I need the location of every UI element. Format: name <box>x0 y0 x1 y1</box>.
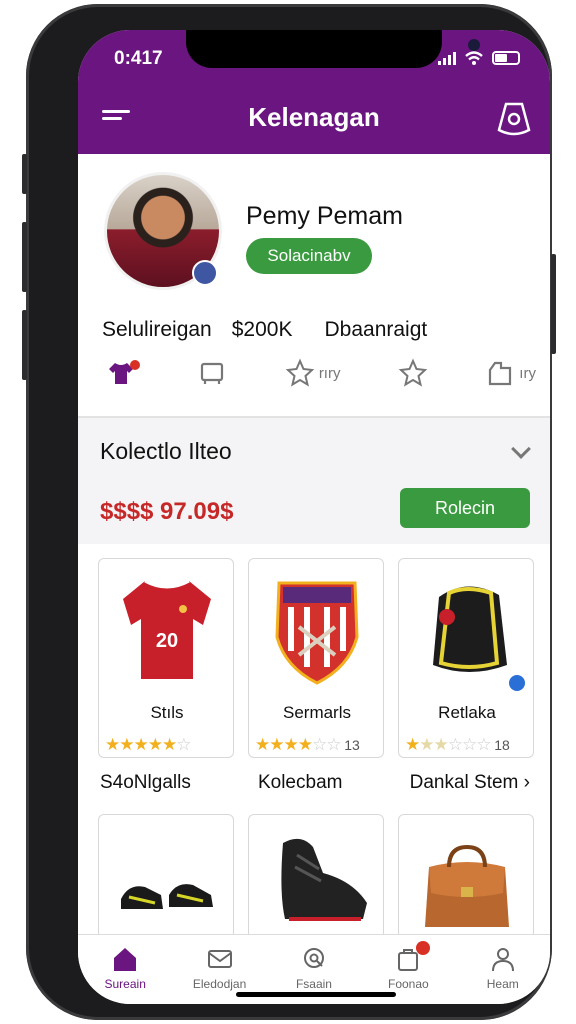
item-name: Sermarls <box>282 703 351 722</box>
jersey-image: 20 <box>123 579 211 679</box>
club-badge-icon <box>192 260 218 286</box>
quick-action-favorites[interactable] <box>398 358 428 388</box>
rating-stars: ★★★★★☆ <box>105 735 191 754</box>
item-card[interactable]: Retlaka ★★★☆☆☆ 18 <box>398 558 534 758</box>
phone-frame: 0:417 Kelenagan Pemy Pemam Solacinabv Se… <box>22 4 556 1020</box>
rating-count: 18 <box>494 737 510 753</box>
rating-stars: ★★★★☆☆ 13 <box>255 735 360 754</box>
bag-icon <box>489 361 512 386</box>
category-row: S4oNlgalls Kolecbam Dankal Stem › <box>100 772 530 794</box>
wifi-icon <box>465 51 483 65</box>
search-icon <box>303 948 324 968</box>
card-icon <box>201 362 224 384</box>
item-card[interactable]: 20 Stıls ★★★★★☆ <box>98 558 234 758</box>
app-header: 0:417 Kelenagan <box>78 30 550 154</box>
quick-actions: rıry ıry <box>106 358 536 388</box>
rating-stars: ★★★☆☆☆ 18 <box>405 735 510 754</box>
nav-label: Eledodjan <box>192 977 247 991</box>
backpack-image <box>433 586 525 691</box>
nav-item-home[interactable]: Sureain <box>85 935 165 1004</box>
power-button <box>551 254 556 354</box>
quick-action-rating[interactable]: rıry <box>285 358 341 388</box>
nav-label: Sureain <box>104 977 146 991</box>
bag-image <box>425 844 509 927</box>
volume-up-button <box>22 222 27 292</box>
volume-down-button <box>22 310 27 380</box>
user-icon <box>491 948 514 972</box>
cart-badge <box>416 941 431 955</box>
quick-action-jersey[interactable] <box>106 358 140 388</box>
cleats-image <box>121 884 213 909</box>
status-time: 0:417 <box>114 48 163 69</box>
boots-image <box>281 838 367 921</box>
profile-stats: Selulireigan $200K Dbaanraigt <box>102 318 427 342</box>
category-label[interactable]: S4oNlgalls <box>100 772 191 794</box>
home-indicator <box>236 992 396 997</box>
screen: 0:417 Kelenagan Pemy Pemam Solacinabv Se… <box>78 30 550 1004</box>
crest-image <box>275 581 359 685</box>
quick-action-card[interactable] <box>197 358 227 388</box>
mute-switch <box>22 154 27 194</box>
stat-value: $200K <box>231 318 293 341</box>
item-card[interactable]: Sermarls ★★★★☆☆ 13 <box>248 558 384 758</box>
star-icon <box>285 358 315 387</box>
section-title: Kolectlo Ilteo <box>100 438 232 464</box>
notification-dot <box>130 360 140 370</box>
collection-price: $$$$ 97.09$ <box>100 498 234 525</box>
player-name: Pemy Pemam <box>246 202 403 230</box>
nav-item-profile[interactable]: Heam <box>463 935 543 1004</box>
profile-card: Pemy Pemam Solacinabv Selulireigan $200K… <box>78 154 550 414</box>
stat-label: Dbaanraigt <box>324 318 428 341</box>
nav-label: Heam <box>486 977 519 991</box>
item-name: Stıls <box>150 703 184 722</box>
item-name: Retlaka <box>438 703 496 722</box>
signal-icon <box>438 51 456 65</box>
quick-action-bag[interactable]: ıry <box>485 358 536 388</box>
star-outline-icon <box>398 358 428 387</box>
notch <box>186 30 480 68</box>
battery-icon <box>492 51 520 65</box>
app-title: Kelenagan <box>248 102 380 132</box>
chevron-down-icon[interactable] <box>511 439 531 459</box>
collect-button[interactable]: Rolecin <box>400 488 530 528</box>
category-link[interactable]: Dankal Stem › <box>410 772 530 794</box>
player-status-badge[interactable]: Solacinabv <box>246 238 372 274</box>
category-label[interactable]: Kolecbam <box>258 772 343 794</box>
nav-label: Fsaain <box>295 977 332 991</box>
profile-icon[interactable] <box>496 100 532 138</box>
mail-icon <box>207 950 232 968</box>
svg-text:20: 20 <box>156 630 178 652</box>
collection-section: Kolectlo Ilteo $$$$ 97.09$ Rolecin <box>78 418 550 544</box>
status-icons <box>438 50 520 66</box>
nav-label: Foonao <box>388 977 429 991</box>
rating-count: 13 <box>344 737 360 753</box>
stat-label: Selulireigan <box>102 318 212 341</box>
home-icon <box>114 948 137 971</box>
quick-action-label: rıry <box>318 364 341 382</box>
quick-action-label: ıry <box>519 364 536 382</box>
